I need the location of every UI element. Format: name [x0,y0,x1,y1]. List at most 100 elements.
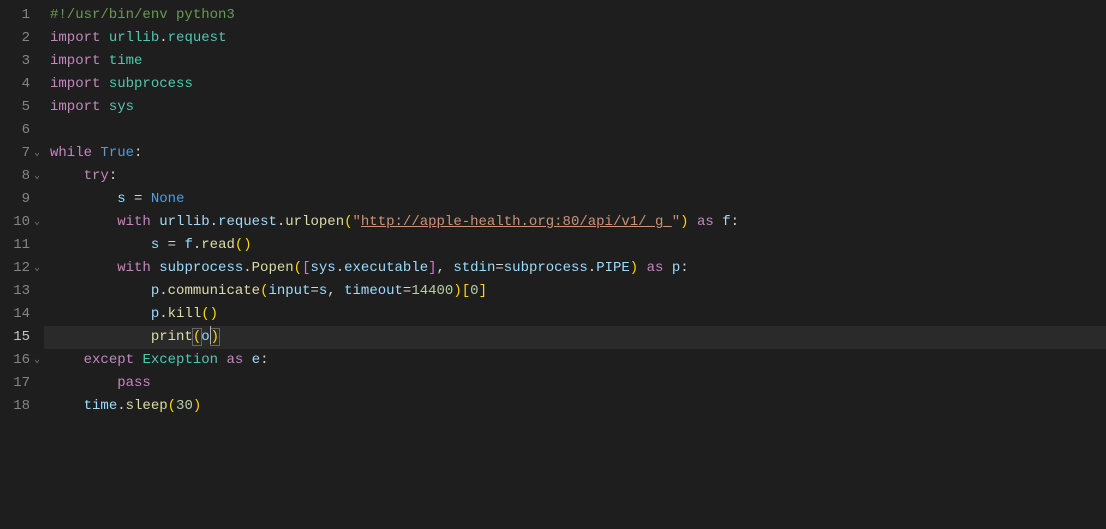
token-func: kill [168,306,202,322]
token-op: . [210,214,218,230]
code-line[interactable]: import subprocess [44,73,1106,96]
indent [50,283,151,299]
fold-chevron-icon[interactable]: ⌄ [32,257,42,280]
line-number: 10 [10,211,30,234]
code-line[interactable]: import sys [44,96,1106,119]
token-punc: : [260,352,268,368]
token-paren1: ( [294,260,302,276]
fold-chevron-icon[interactable]: ⌄ [32,165,42,188]
token-keyword: import [50,76,100,92]
token-var: e [252,352,260,368]
line-number: 6 [10,119,30,142]
token-var: stdin [453,260,495,276]
token-keyword: with [117,214,151,230]
token-const: True [100,145,134,161]
token-number: 30 [176,398,193,414]
code-line[interactable]: pass [44,372,1106,395]
token-var: input [268,283,310,299]
token-keyword: as [647,260,664,276]
code-line[interactable]: #!/usr/bin/env python3 [44,4,1106,27]
code-line[interactable]: import time [44,50,1106,73]
code-line[interactable]: ⌄ except Exception as e: [44,349,1106,372]
token-paren1: ) [680,214,688,230]
fold-chevron-icon[interactable]: ⌄ [32,142,42,165]
token-paren1: ) [453,283,461,299]
code-line[interactable]: ⌄ try: [44,165,1106,188]
token-module: Exception [142,352,218,368]
code-line[interactable]: p.kill() [44,303,1106,326]
token-op: . [588,260,596,276]
token-func: print [151,329,193,345]
token-keyword: import [50,99,100,115]
token-keyword: while [50,145,92,161]
line-number: 12 [10,257,30,280]
token-paren1: ) [193,398,201,414]
token-module: time [109,53,143,69]
text-cursor [210,326,211,344]
line-number: 16 [10,349,30,372]
token-var: p [672,260,680,276]
token-paren1: ) [210,306,218,322]
token-var: PIPE [596,260,630,276]
token-module: request [168,30,227,46]
indent [50,168,84,184]
code-line[interactable]: s = None [44,188,1106,211]
line-number: 15 [10,326,30,349]
line-number: 9 [10,188,30,211]
token-module: sys [109,99,134,115]
token-string: " [672,214,680,230]
token-keyword: import [50,53,100,69]
fold-chevron-icon[interactable]: ⌄ [32,349,42,372]
line-number: 13 [10,280,30,303]
token-var: executable [344,260,428,276]
token-keyword: pass [117,375,151,391]
token-paren1: ) [243,237,251,253]
token-link: http://apple-health.org:80/api/v1/_g_ [361,214,672,230]
code-line[interactable]: print(o) [44,326,1106,349]
code-line[interactable]: ⌄ with subprocess.Popen([sys.executable]… [44,257,1106,280]
token-paren1: ( [201,306,209,322]
token-punc: , [437,260,445,276]
token-comment: #!/usr/bin/env python3 [50,7,235,23]
code-line[interactable]: ⌄while True: [44,142,1106,165]
code-line[interactable]: p.communicate(input=s, timeout=14400)[0] [44,280,1106,303]
token-module: subprocess [109,76,193,92]
token-var: timeout [344,283,403,299]
indent [50,352,84,368]
token-punc: , [327,283,335,299]
token-keyword: with [117,260,151,276]
token-var: urllib [159,214,209,230]
code-area[interactable]: #!/usr/bin/env python3import urllib.requ… [44,0,1106,529]
token-func: urlopen [285,214,344,230]
token-keyword: as [697,214,714,230]
indent [50,191,117,207]
token-keyword: as [226,352,243,368]
token-var: sys [310,260,335,276]
indent [50,375,117,391]
token-op: . [159,283,167,299]
code-line[interactable]: import urllib.request [44,27,1106,50]
code-line[interactable] [44,119,1106,142]
token-var: s [151,237,159,253]
token-func: Popen [252,260,294,276]
indent [50,260,117,276]
token-var: subprocess [504,260,588,276]
code-line[interactable]: time.sleep(30) [44,395,1106,418]
code-editor[interactable]: 123456789101112131415161718 #!/usr/bin/e… [0,0,1106,529]
token-punc: : [680,260,688,276]
code-line[interactable]: ⌄ with urllib.request.urlopen("http://ap… [44,211,1106,234]
code-line[interactable]: s = f.read() [44,234,1106,257]
token-op: . [243,260,251,276]
token-func: read [201,237,235,253]
fold-chevron-icon[interactable]: ⌄ [32,211,42,234]
token-number: 14400 [411,283,453,299]
line-number: 8 [10,165,30,188]
token-number: 0 [470,283,478,299]
token-paren1: [ [462,283,470,299]
line-number: 11 [10,234,30,257]
indent [50,398,84,414]
token-op: = [310,283,318,299]
token-paren2: ] [428,260,436,276]
token-const: None [151,191,185,207]
line-number: 1 [10,4,30,27]
